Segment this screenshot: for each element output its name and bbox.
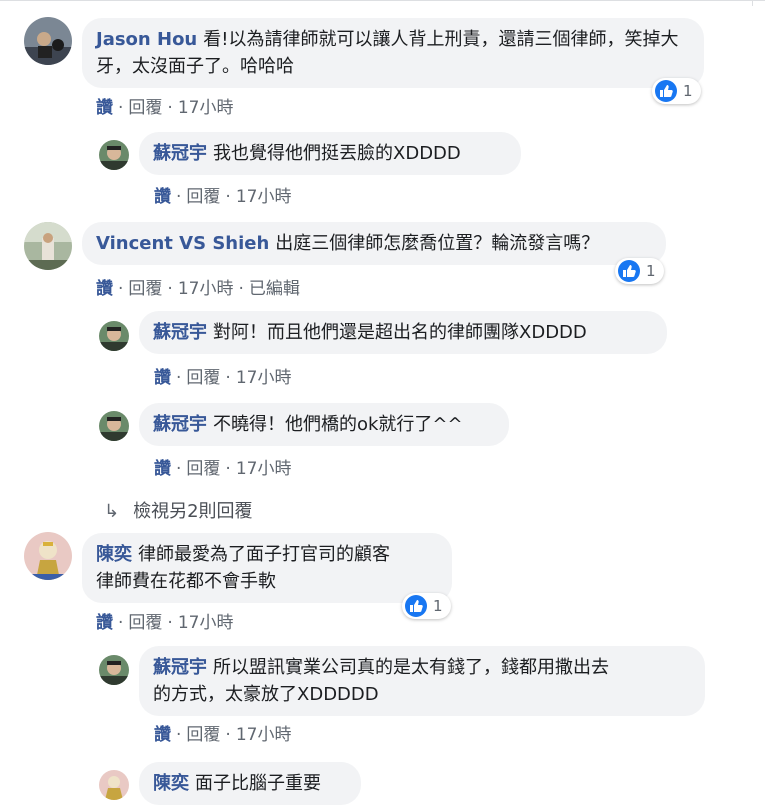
thumbs-up-icon [655,80,677,102]
avatar[interactable] [24,17,72,65]
separator: · [225,725,231,745]
reply-bubble: 蘇冠宇 我也覺得他們挺丟臉的XDDDD [139,132,521,175]
reply-text: 對阿！而且他們還是超出名的律師團隊XDDDD [213,322,587,343]
comment-bubble: 陳奕 律師最愛為了面子打官司的顧客律師費在花都不會手軟 [82,533,452,603]
like-button[interactable]: 讚 [96,279,113,299]
timestamp[interactable]: 17小時 [236,187,292,207]
top-divider [0,0,765,7]
separator: · [225,368,231,388]
reply-arrow-icon: ↳ [104,501,120,522]
reply-author[interactable]: 蘇冠宇 [153,657,207,678]
separator: · [118,613,124,633]
reply-author[interactable]: 蘇冠宇 [153,414,207,435]
comment-author[interactable]: 陳奕 [96,544,132,565]
comment-bubble: Jason Hou 看!以為請律師就可以讓人背上刑責，還請三個律師，笑掉大牙，太沒… [82,18,704,88]
timestamp[interactable]: 17小時 [236,368,292,388]
separator: · [167,279,173,299]
reply-text-line2: 的方式，太豪放了XDDDDD [153,684,379,705]
reply-text-line1: 所以盟訊實業公司真的是太有錢了，錢都用撒出去 [213,657,609,678]
like-button[interactable]: 讚 [154,725,171,745]
reply-bubble: 蘇冠宇 不曉得！他們橋的ok就行了^^ [139,403,509,446]
reaction-count[interactable]: 1 [652,78,701,104]
separator: · [167,98,173,118]
reaction-number: 1 [433,597,443,615]
separator: · [225,187,231,207]
timestamp[interactable]: 17小時 [178,98,234,118]
reply-button[interactable]: 回覆 [128,98,162,118]
reply-author[interactable]: 陳奕 [153,773,189,794]
reply-actions: 讚 · 回覆 · 17小時 [154,454,291,479]
avatar[interactable] [99,655,129,685]
separator: · [118,279,124,299]
reply-text: 我也覺得他們挺丟臉的XDDDD [213,143,461,164]
reaction-number: 1 [646,262,656,280]
timestamp[interactable]: 17小時 [236,725,292,745]
separator: · [118,98,124,118]
like-button[interactable]: 讚 [96,98,113,118]
comment-text: 出庭三個律師怎麼喬位置？輪流發言嗎？ [275,233,600,254]
thumbs-up-icon [405,595,427,617]
reaction-count[interactable]: 1 [615,258,664,284]
reply-author[interactable]: 蘇冠宇 [153,143,207,164]
reply-button[interactable]: 回覆 [128,613,162,633]
separator: · [225,459,231,479]
comment-text-line1: 律師最愛為了面子打官司的顧客 [138,544,390,565]
comment-author[interactable]: Jason Hou [96,29,197,50]
edited-label[interactable]: 已編輯 [249,279,300,299]
avatar[interactable] [24,222,72,270]
like-button[interactable]: 讚 [96,613,113,633]
avatar[interactable] [99,321,129,351]
timestamp[interactable]: 17小時 [178,613,234,633]
reply-author[interactable]: 蘇冠宇 [153,322,207,343]
like-button[interactable]: 讚 [154,459,171,479]
avatar[interactable] [99,140,129,170]
comment-author[interactable]: Vincent VS Shieh [96,233,269,254]
reply-button[interactable]: 回覆 [186,187,220,207]
reply-button[interactable]: 回覆 [128,279,162,299]
separator: · [176,187,182,207]
reply-bubble: 蘇冠宇 對阿！而且他們還是超出名的律師團隊XDDDD [139,311,667,354]
timestamp[interactable]: 17小時 [178,279,234,299]
comment-actions: 讚 · 回覆 · 17小時 [96,93,233,118]
reply-actions: 讚 · 回覆 · 17小時 [154,182,291,207]
comment-actions: 讚 · 回覆 · 17小時 [96,608,233,633]
separator: · [176,368,182,388]
reaction-number: 1 [683,82,693,100]
reply-button[interactable]: 回覆 [186,459,220,479]
separator: · [238,279,244,299]
like-button[interactable]: 讚 [154,187,171,207]
separator: · [176,725,182,745]
reply-text: 不曉得！他們橋的ok就行了^^ [213,414,463,435]
reply-actions: 讚 · 回覆 · 17小時 [154,363,291,388]
comment-text-line2: 律師費在花都不會手軟 [96,571,276,592]
avatar[interactable] [99,770,129,800]
timestamp[interactable]: 17小時 [236,459,292,479]
like-button[interactable]: 讚 [154,368,171,388]
reply-bubble: 蘇冠宇 所以盟訊實業公司真的是太有錢了，錢都用撒出去的方式，太豪放了XDDDDD [139,646,705,716]
comment-actions: 讚 · 回覆 · 17小時 · 已編輯 [96,274,300,299]
reply-button[interactable]: 回覆 [186,368,220,388]
reaction-count[interactable]: 1 [402,593,451,619]
separator: · [167,613,173,633]
comment-bubble: Vincent VS Shieh 出庭三個律師怎麼喬位置？輪流發言嗎？ [82,222,666,265]
avatar[interactable] [24,532,72,580]
reply-bubble: 陳奕 面子比腦子重要 [139,762,361,805]
reply-button[interactable]: 回覆 [186,725,220,745]
separator: · [176,459,182,479]
thumbs-up-icon [618,260,640,282]
avatar[interactable] [99,411,129,441]
view-more-replies-label: 檢視另2則回覆 [133,501,253,522]
reply-text: 面子比腦子重要 [195,773,321,794]
view-more-replies[interactable]: ↳ 檢視另2則回覆 [104,497,253,523]
reply-actions: 讚 · 回覆 · 17小時 [154,720,291,745]
